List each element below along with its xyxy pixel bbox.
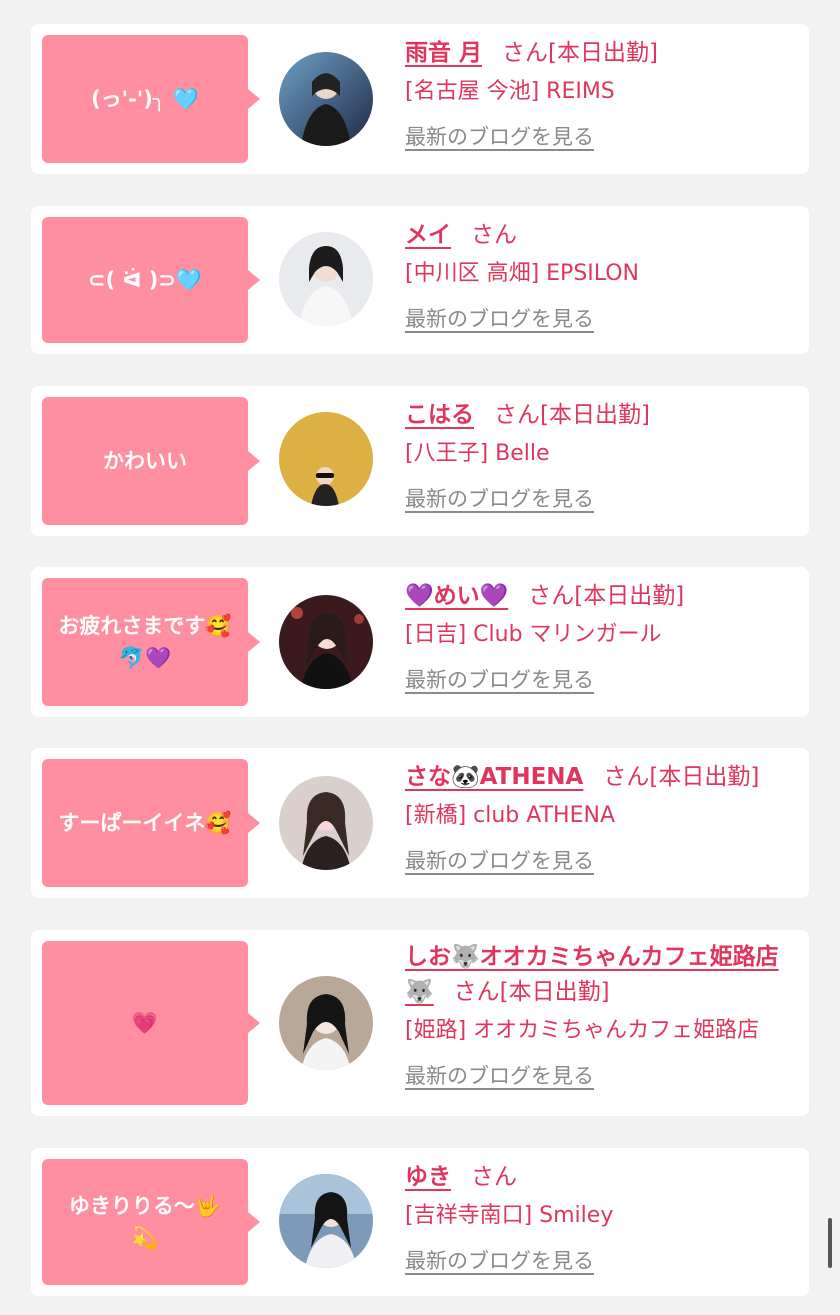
attendance-status: [本日出勤] — [574, 583, 685, 609]
blog-link[interactable]: 最新のブログを見る — [405, 1246, 594, 1276]
cast-card: ゆきりりる〜🤟 💫 ゆき さん [吉祥寺南口] Smiley 最新のブログを見る — [31, 1148, 809, 1296]
comment-bubble: ⊂( ᐛ )⊃🩵 — [42, 217, 260, 343]
cast-card: 💗 しお🐺オオカミちゃんカフェ姫路店🐺 さん[本日出勤] [姫路] オオカミちゃん… — [31, 930, 809, 1116]
name-line: 雨音 月さん[本日出勤] — [405, 36, 801, 71]
cast-card: お疲れさまです🥰 🐬💜 💜めい💜 さん[本日出勤] [日吉] Club マリンガー… — [31, 567, 809, 717]
name-line: 💜めい💜 さん[本日出勤] — [405, 579, 801, 614]
attendance-status: [本日出勤] — [540, 402, 650, 428]
attendance-status: [本日出勤] — [649, 764, 760, 790]
shop-label: [八王子] Belle — [405, 441, 550, 466]
avatar[interactable] — [279, 976, 373, 1070]
shop-label: [吉祥寺南口] Smiley — [405, 1203, 614, 1228]
san-label: さん — [471, 222, 517, 248]
name-line: しお🐺オオカミちゃんカフェ姫路店🐺 さん[本日出勤] — [405, 940, 801, 1010]
comment-bubble: (っ'-')╮ 🩵 — [42, 35, 260, 163]
avatar[interactable] — [279, 595, 373, 689]
name-line: こはる さん[本日出勤] — [405, 398, 801, 433]
san-label: さん — [494, 402, 540, 428]
comment-bubble: すーぱーイイネ🥰 — [42, 759, 260, 887]
cast-name-link[interactable]: 雨音 月 — [405, 40, 482, 66]
comment-text: (っ'-')╮ 🩵 — [91, 87, 199, 111]
shop-label: [日吉] Club マリンガール — [405, 622, 662, 647]
cast-name-link[interactable]: こはる — [405, 402, 474, 428]
cast-name-link[interactable]: 💜めい💜 — [405, 583, 508, 609]
comment-bubble: かわいい — [42, 397, 260, 525]
name-line: さな🐼ATHENA さん[本日出勤] — [405, 760, 801, 795]
blog-link[interactable]: 最新のブログを見る — [405, 846, 594, 876]
san-label: さん — [603, 764, 650, 790]
avatar[interactable] — [279, 412, 373, 506]
cast-name-link[interactable]: さな🐼ATHENA — [405, 764, 583, 790]
avatar[interactable] — [279, 776, 373, 870]
blog-link[interactable]: 最新のブログを見る — [405, 1061, 594, 1091]
shop-label: [中川区 高畑] EPSILON — [405, 261, 640, 286]
comment-text: かわいい — [103, 449, 187, 473]
cast-card: かわいい こはる さん[本日出勤] [八王子] Belle 最新のブログを見る — [31, 386, 809, 536]
blog-link[interactable]: 最新のブログを見る — [405, 122, 594, 152]
san-label: さん — [471, 1164, 517, 1190]
san-label: さん — [453, 979, 500, 1005]
blog-link[interactable]: 最新のブログを見る — [405, 304, 594, 334]
shop-label: [名古屋 今池] REIMS — [405, 79, 615, 104]
cast-name-link[interactable]: ゆき — [405, 1164, 451, 1190]
comment-text: 💗 — [131, 1011, 159, 1035]
attendance-status: [本日出勤] — [548, 40, 658, 66]
blog-link[interactable]: 最新のブログを見る — [405, 484, 594, 514]
comment-text: すーぱーイイネ🥰 — [58, 811, 232, 835]
comment-bubble: お疲れさまです🥰 🐬💜 — [42, 578, 260, 706]
cast-card: すーぱーイイネ🥰 さな🐼ATHENA さん[本日出勤] [新橋] club ATH… — [31, 748, 809, 898]
avatar[interactable] — [279, 1174, 373, 1268]
san-label: さん — [502, 40, 549, 66]
name-line: ゆき さん — [405, 1160, 801, 1195]
name-line: メイ さん — [405, 218, 801, 253]
avatar[interactable] — [279, 52, 373, 146]
cast-card: (っ'-')╮ 🩵 雨音 月さん[本日出勤] [名古屋 今池] REIMS 最新… — [31, 24, 809, 174]
shop-label: [新橋] club ATHENA — [405, 803, 615, 828]
cast-name-link[interactable]: メイ — [405, 222, 451, 248]
attendance-status: [本日出勤] — [499, 979, 610, 1005]
shop-label: [姫路] オオカミちゃんカフェ姫路店 — [405, 1018, 760, 1043]
blog-link[interactable]: 最新のブログを見る — [405, 665, 594, 695]
comment-text: ⊂( ᐛ )⊃🩵 — [87, 268, 203, 292]
scrollbar[interactable] — [828, 1218, 832, 1268]
comment-text: ゆきりりる〜🤟 💫 — [68, 1194, 222, 1250]
comment-bubble: 💗 — [42, 941, 260, 1105]
san-label: さん — [528, 583, 575, 609]
cast-card: ⊂( ᐛ )⊃🩵 メイ さん [中川区 高畑] EPSILON 最新のブログを見る — [31, 206, 809, 354]
comment-text: お疲れさまです🥰 🐬💜 — [58, 614, 232, 670]
avatar[interactable] — [279, 232, 373, 326]
comment-bubble: ゆきりりる〜🤟 💫 — [42, 1159, 260, 1285]
